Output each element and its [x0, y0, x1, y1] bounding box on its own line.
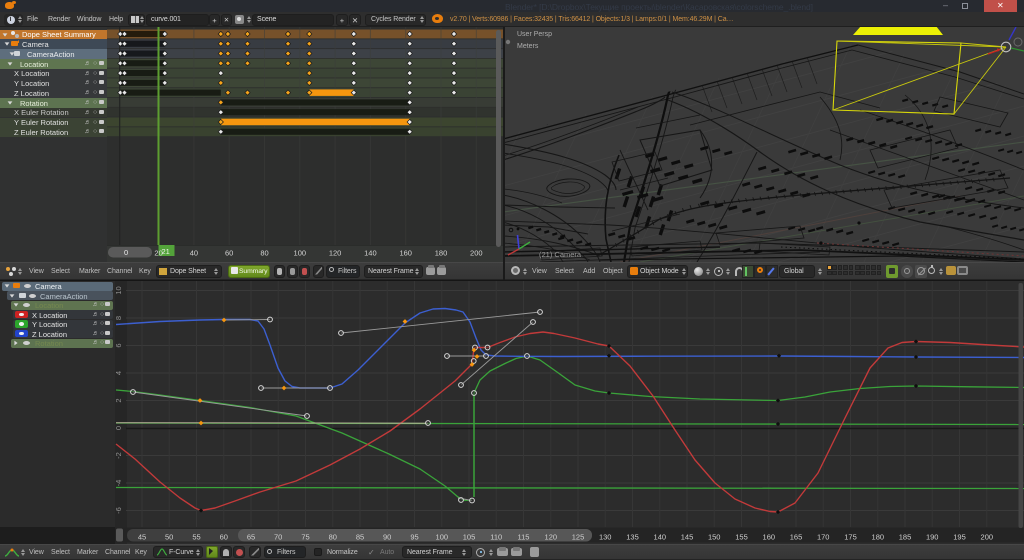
svg-text:100: 100 [436, 533, 449, 542]
svg-text:195: 195 [953, 533, 966, 542]
svg-text:6: 6 [115, 343, 123, 347]
svg-text:125: 125 [572, 533, 585, 542]
svg-text:200: 200 [981, 533, 994, 542]
svg-text:-4: -4 [115, 480, 123, 487]
svg-text:140: 140 [654, 533, 667, 542]
svg-text:135: 135 [626, 533, 639, 542]
svg-text:80: 80 [329, 533, 337, 542]
svg-text:95: 95 [410, 533, 418, 542]
svg-text:150: 150 [708, 533, 721, 542]
svg-text:45: 45 [138, 533, 146, 542]
svg-text:155: 155 [735, 533, 748, 542]
svg-text:130: 130 [599, 533, 612, 542]
svg-text:User Persp: User Persp [517, 31, 552, 38]
svg-text:110: 110 [490, 533, 502, 542]
svg-text:55: 55 [192, 533, 200, 542]
svg-text:115: 115 [518, 533, 530, 542]
svg-text:185: 185 [899, 533, 912, 542]
svg-text:-2: -2 [115, 452, 123, 459]
svg-text:145: 145 [681, 533, 694, 542]
svg-text:120: 120 [329, 249, 342, 258]
svg-text:-6: -6 [115, 507, 123, 514]
svg-text:40: 40 [190, 249, 198, 258]
svg-text:8: 8 [115, 316, 123, 320]
svg-text:190: 190 [926, 533, 939, 542]
svg-text:180: 180 [435, 249, 448, 258]
svg-text:200: 200 [470, 249, 483, 258]
svg-text:0: 0 [115, 426, 123, 430]
svg-text:60: 60 [225, 249, 233, 258]
svg-text:20: 20 [154, 249, 162, 258]
svg-text:85: 85 [356, 533, 364, 542]
svg-text:0: 0 [124, 248, 128, 257]
svg-text:165: 165 [790, 533, 803, 542]
svg-text:4: 4 [115, 371, 123, 375]
svg-text:120: 120 [545, 533, 558, 542]
svg-text:160: 160 [399, 249, 412, 258]
svg-text:90: 90 [383, 533, 391, 542]
svg-text:70: 70 [274, 533, 282, 542]
svg-text:2: 2 [115, 398, 123, 402]
svg-text:100: 100 [294, 249, 307, 258]
svg-text:65: 65 [247, 533, 255, 542]
svg-text:(21) Camera: (21) Camera [539, 250, 582, 259]
svg-text:140: 140 [364, 249, 377, 258]
svg-text:170: 170 [817, 533, 830, 542]
svg-text:50: 50 [165, 533, 173, 542]
svg-text:60: 60 [220, 533, 228, 542]
svg-text:Meters: Meters [517, 43, 539, 50]
svg-text:160: 160 [763, 533, 776, 542]
svg-text:80: 80 [260, 249, 268, 258]
svg-text:105: 105 [463, 533, 476, 542]
svg-text:10: 10 [115, 286, 123, 294]
svg-text:180: 180 [872, 533, 885, 542]
svg-text:75: 75 [301, 533, 309, 542]
svg-text:175: 175 [844, 533, 857, 542]
